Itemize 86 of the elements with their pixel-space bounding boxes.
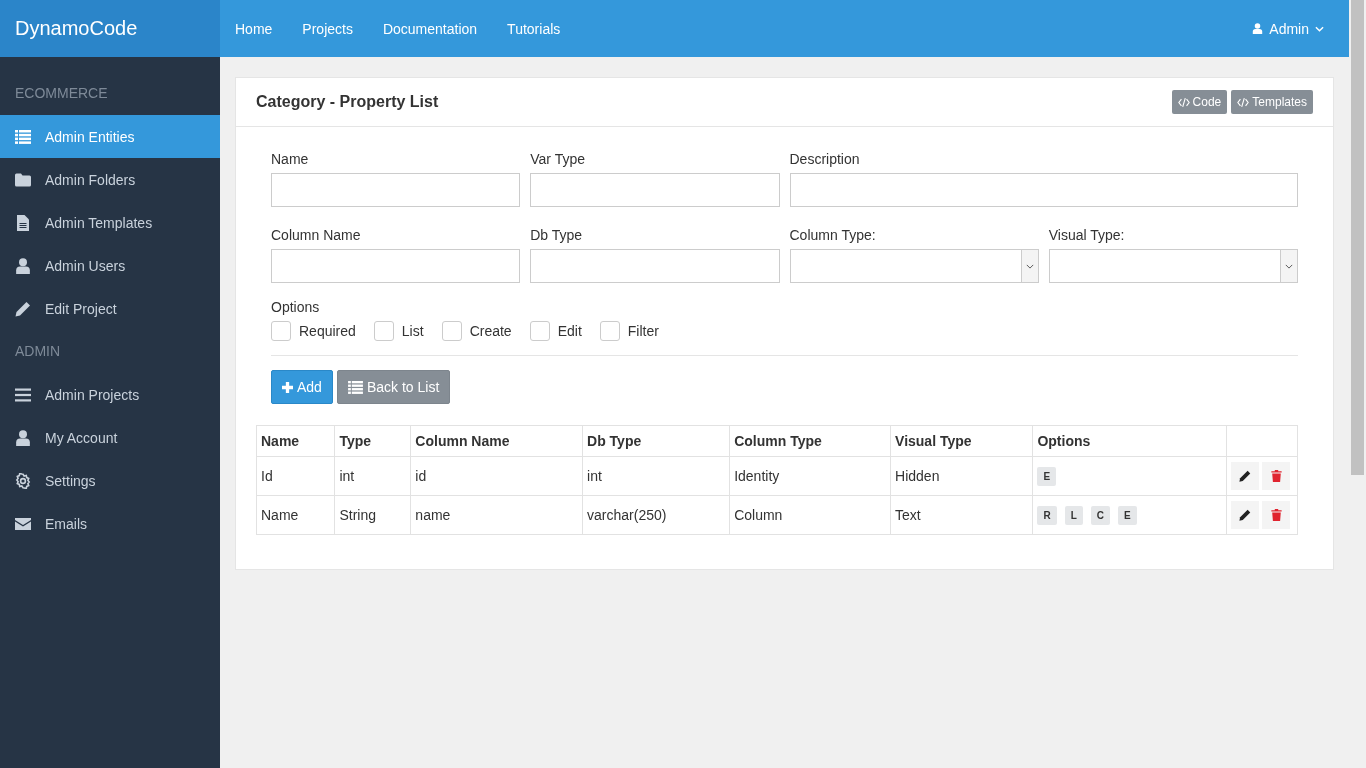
table-cell: name [410, 495, 583, 535]
field-label: Var Type [530, 150, 586, 167]
sidebar-item[interactable]: Admin Templates [0, 201, 220, 244]
column-header: Visual Type [890, 425, 1033, 457]
envelope-icon [15, 515, 31, 532]
delete-button[interactable] [1262, 462, 1290, 490]
code-icon [1177, 97, 1190, 107]
sidebar-item[interactable]: Edit Project [0, 287, 220, 330]
edit-button[interactable] [1231, 462, 1259, 490]
field-label: Db Type [530, 226, 584, 243]
edit-button[interactable] [1231, 501, 1259, 529]
checkbox[interactable] [529, 321, 550, 341]
table-cell: int [582, 456, 730, 496]
input-field[interactable] [271, 249, 521, 283]
checkbox-label[interactable]: Required [299, 323, 356, 339]
caret-icon [1285, 263, 1293, 269]
checkbox[interactable] [271, 321, 291, 341]
table-cell: id [410, 456, 583, 496]
list-icon [15, 128, 31, 145]
user-icon [1252, 23, 1264, 34]
input-field[interactable] [271, 173, 521, 207]
column-header: Options [1032, 425, 1227, 457]
field-label: Visual Type: [1048, 226, 1126, 243]
checkbox[interactable] [441, 321, 462, 341]
input-field[interactable] [789, 173, 1298, 207]
field-label: Name [271, 150, 310, 167]
delete-button[interactable] [1262, 501, 1290, 529]
table-cell: varchar(250) [582, 495, 730, 535]
option-tag: E [1037, 466, 1057, 486]
caret-icon [1025, 263, 1034, 269]
plus-icon [282, 381, 293, 393]
sidebar-section-header: ECOMMERCE [14, 84, 109, 103]
table-cell: Column [729, 495, 891, 535]
select-field[interactable] [1048, 249, 1298, 283]
options-label: Options [271, 298, 320, 315]
trash-icon [1270, 470, 1282, 482]
sidebar-item[interactable]: Admin Users [0, 244, 220, 287]
option-tag: R [1037, 505, 1057, 525]
sidebar-item[interactable]: Settings [0, 459, 220, 502]
field-label: Column Type: [789, 226, 877, 243]
sidebar-section-header: ADMIN [14, 342, 62, 361]
sidebar-item[interactable]: Admin Folders [0, 158, 220, 201]
table-cell: Id [256, 456, 335, 496]
input-field[interactable] [530, 249, 780, 283]
code-icon [1237, 97, 1250, 107]
pencil-icon [1239, 470, 1251, 482]
table-cell: Text [890, 495, 1033, 535]
scrollbar-thumb[interactable] [1351, 0, 1364, 475]
card-title: Category - Property List [256, 93, 440, 111]
option-tag: E [1118, 505, 1137, 525]
settings-icon [15, 472, 31, 489]
column-header: Name [256, 425, 335, 457]
option-tag: C [1090, 505, 1110, 525]
field-label: Column Name [271, 226, 362, 243]
sidebar-item[interactable]: My Account [0, 416, 220, 459]
list-icon [347, 380, 363, 394]
column-header: Db Type [582, 425, 730, 457]
caret-icon [1315, 25, 1324, 32]
user-icon [15, 257, 31, 274]
checkbox-label[interactable]: List [401, 323, 424, 339]
checkbox[interactable] [373, 321, 394, 341]
pencil-icon [1239, 509, 1251, 521]
checkbox[interactable] [599, 321, 620, 341]
table-cell: Identity [729, 456, 891, 496]
select-field[interactable] [789, 249, 1039, 283]
checkbox-label[interactable]: Create [469, 323, 512, 339]
menu-icon [15, 386, 31, 403]
column-header: Column Type [729, 425, 891, 457]
input-field[interactable] [530, 173, 780, 207]
table-cell: int [334, 456, 411, 496]
column-header: Column Name [410, 425, 583, 457]
option-tag: L [1064, 505, 1083, 525]
checkbox-label[interactable]: Filter [627, 323, 659, 339]
field-label: Description [789, 150, 861, 167]
column-header: Type [334, 425, 411, 457]
table-cell: Hidden [890, 456, 1033, 496]
table-cell: String [334, 495, 411, 535]
table-cell: Name [256, 495, 335, 535]
document-icon [15, 214, 31, 231]
sidebar-item[interactable]: Emails [0, 502, 220, 545]
user-icon [15, 429, 31, 446]
checkbox-label[interactable]: Edit [557, 323, 582, 339]
folder-icon [15, 171, 31, 188]
sidebar-item[interactable]: Admin Projects [0, 373, 220, 416]
pencil-icon [15, 300, 31, 317]
trash-icon [1270, 509, 1282, 521]
